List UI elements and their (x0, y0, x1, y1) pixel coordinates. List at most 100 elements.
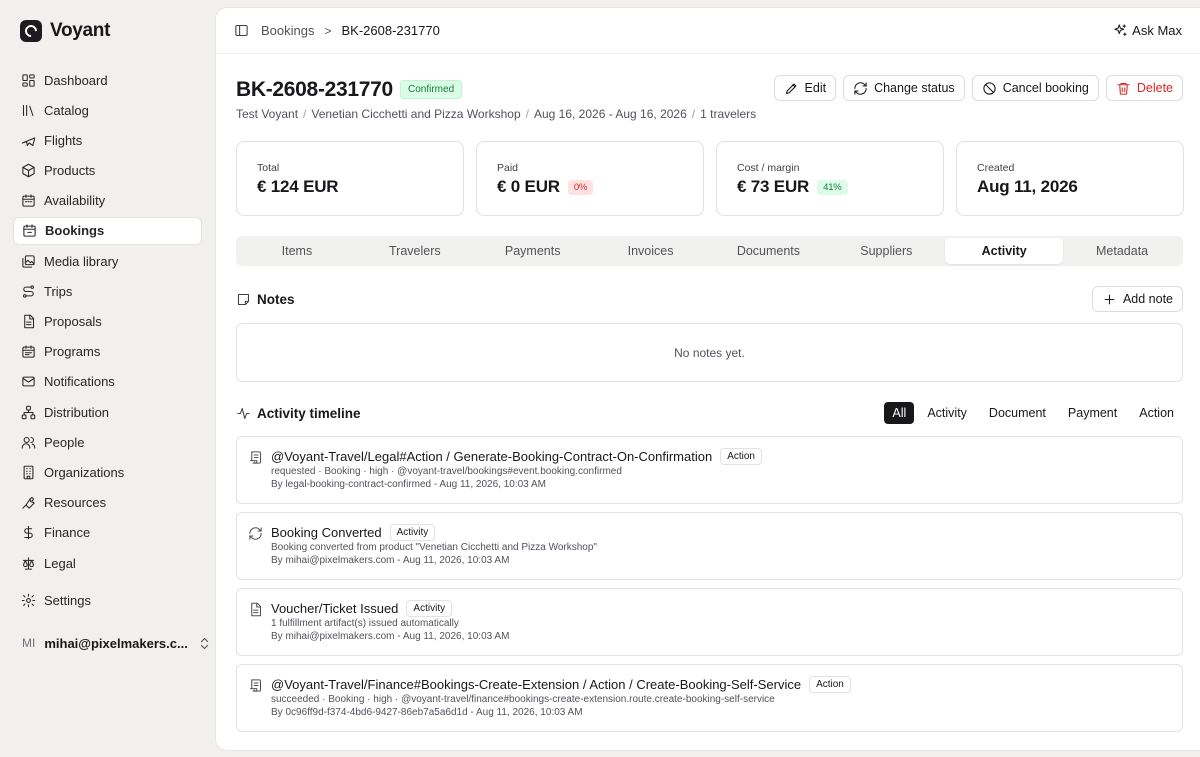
event-type-badge: Action (720, 447, 762, 465)
sidebar-item-label: Dashboard (44, 72, 108, 88)
sidebar-item-trips[interactable]: Trips (13, 277, 202, 305)
tab-payments[interactable]: Payments (474, 238, 592, 264)
booking-header: BK-2608-231770 Confirmed Test Voyant / Ven… (236, 54, 1183, 122)
sidebar-item-organizations[interactable]: Organizations (13, 458, 202, 486)
paid-percent-badge: 0% (567, 179, 594, 195)
filter-payment[interactable]: Payment (1059, 402, 1126, 424)
breadcrumb-bookings[interactable]: Bookings (261, 23, 314, 38)
event-title-row: Booking Converted Activity (271, 523, 1182, 541)
breadcrumb-current: BK-2608-231770 (341, 23, 440, 38)
page-title: BK-2608-231770 (236, 78, 393, 101)
notes-empty-text: No notes yet. (674, 345, 745, 360)
stat-amount: € 124 EUR (257, 177, 339, 196)
timeline-list: @Voyant-Travel/Legal#Action / Generate-B… (236, 436, 1183, 740)
tab-metadata[interactable]: Metadata (1063, 238, 1181, 264)
document-icon (248, 602, 262, 617)
chevron-up-down-icon (197, 636, 211, 650)
sidebar-toggle-icon[interactable] (234, 23, 249, 38)
add-note-button[interactable]: Add note (1091, 286, 1183, 312)
booking-product[interactable]: Venetian Cicchetti and Pizza Workshop (311, 107, 520, 121)
sidebar-item-resources[interactable]: Resources (13, 489, 202, 517)
booking-tabs: Items Travelers Payments Invoices Docume… (236, 236, 1183, 266)
sidebar-item-media-library[interactable]: Media library (13, 247, 202, 275)
brand[interactable]: Voyant (20, 20, 110, 42)
tab-activity[interactable]: Activity (945, 238, 1064, 264)
sticky-note-icon (236, 292, 250, 306)
tab-suppliers[interactable]: Suppliers (827, 238, 945, 264)
gear-icon (21, 593, 36, 608)
wrench-icon (21, 495, 36, 510)
cancel-booking-label: Cancel booking (1002, 81, 1089, 95)
sidebar-item-notifications[interactable]: Notifications (13, 368, 202, 396)
sidebar-item-availability[interactable]: Availability (13, 187, 202, 215)
tab-documents[interactable]: Documents (710, 238, 828, 264)
stat-amount: € 0 EUR (497, 177, 560, 196)
sidebar-item-catalog[interactable]: Catalog (13, 96, 202, 124)
event-type-badge: Action (809, 675, 851, 693)
stat-label: Total (257, 162, 280, 174)
change-status-button[interactable]: Change status (843, 75, 965, 101)
sidebar-item-proposals[interactable]: Proposals (13, 308, 202, 336)
user-menu[interactable]: MI mihai@pixelmakers.c... (13, 628, 208, 658)
sidebar: Voyant Dashboard Catalog Flights Product… (0, 0, 215, 757)
sidebar-item-bookings[interactable]: Bookings (13, 216, 202, 245)
event-detail: succeeded · Booking · high · @voyant-tra… (271, 694, 775, 705)
event-type-badge: Activity (406, 599, 453, 617)
sidebar-item-products[interactable]: Products (13, 157, 202, 185)
breadcrumb-separator: > (324, 23, 332, 38)
brand-name: Voyant (50, 20, 111, 41)
sidebar-item-legal[interactable]: Legal (13, 549, 202, 577)
mail-icon (21, 374, 36, 389)
filter-all[interactable]: All (884, 402, 915, 424)
filter-document[interactable]: Document (980, 402, 1055, 424)
tab-travelers[interactable]: Travelers (356, 238, 474, 264)
booking-travelers: 1 travelers (700, 107, 757, 121)
stat-label: Cost / margin (737, 162, 800, 174)
sidebar-item-label: Flights (44, 132, 83, 148)
activity-pulse-icon (236, 406, 250, 420)
calendar-range-icon (21, 344, 36, 359)
sidebar-item-finance[interactable]: Finance (13, 519, 202, 547)
cancel-booking-button[interactable]: Cancel booking (971, 75, 1099, 101)
booking-customer[interactable]: Test Voyant (236, 107, 298, 121)
sidebar-item-distribution[interactable]: Distribution (13, 398, 202, 426)
sidebar-item-dashboard[interactable]: Dashboard (13, 66, 202, 94)
plane-icon (21, 133, 36, 148)
avatar: MI (22, 636, 36, 650)
sidebar-nav: Dashboard Catalog Flights Products Avail… (13, 66, 202, 616)
change-status-label: Change status (874, 81, 955, 95)
event-title-row: Voucher/Ticket Issued Activity (271, 599, 1182, 617)
sidebar-item-label: Proposals (44, 314, 102, 329)
sidebar-item-label: Media library (44, 253, 119, 269)
sidebar-item-flights[interactable]: Flights (13, 126, 202, 154)
ask-max-button[interactable]: Ask Max (1113, 23, 1182, 38)
sidebar-item-label: Legal (44, 555, 76, 571)
pencil-icon (784, 81, 798, 95)
filter-activity[interactable]: Activity (918, 402, 976, 424)
building-icon (21, 465, 36, 480)
delete-button[interactable]: Delete (1105, 75, 1183, 101)
sidebar-item-people[interactable]: People (13, 428, 202, 456)
event-detail: 1 fulfillment artifact(s) issued automat… (271, 618, 459, 629)
stat-amount: € 73 EUR (737, 177, 810, 196)
voyant-logo-icon (20, 20, 42, 42)
event-detail: Booking converted from product "Venetian… (271, 542, 597, 553)
tab-invoices[interactable]: Invoices (592, 238, 710, 264)
file-text-icon (21, 314, 36, 329)
event-title: Voucher/Ticket Issued (271, 600, 399, 616)
breadcrumb: Bookings > BK-2608-231770 (261, 23, 440, 38)
event-meta: By 0c96ff9d-f374-4bd6-9427-86eb7a5a6d1d … (271, 707, 583, 718)
event-title: Booking Converted (271, 524, 382, 540)
tab-items[interactable]: Items (238, 238, 356, 264)
filter-action[interactable]: Action (1130, 402, 1183, 424)
stat-total: Total € 124 EUR (236, 141, 464, 216)
event-meta: By mihai@pixelmakers.com - Aug 11, 2026,… (271, 631, 510, 642)
edit-button[interactable]: Edit (773, 75, 837, 101)
ban-icon (982, 81, 996, 95)
sidebar-item-label: Trips (44, 283, 73, 299)
dollar-icon (21, 525, 36, 540)
sidebar-item-programs[interactable]: Programs (13, 338, 202, 366)
user-email: mihai@pixelmakers.c... (44, 635, 188, 651)
sidebar-item-label: Programs (44, 344, 101, 360)
sidebar-item-settings[interactable]: Settings (13, 586, 202, 614)
